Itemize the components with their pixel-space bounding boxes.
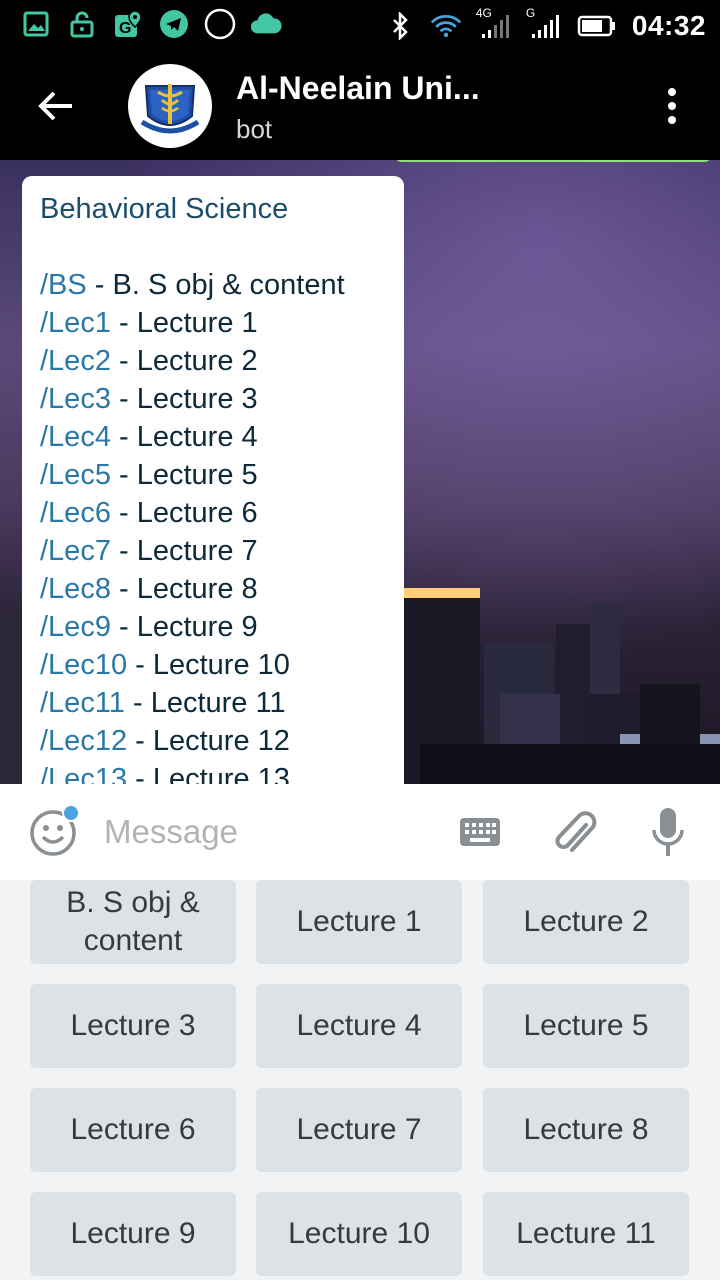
keyboard-button-lecture-10[interactable]: Lecture 10 bbox=[256, 1192, 462, 1276]
back-button[interactable] bbox=[30, 80, 82, 132]
notification-icons: G bbox=[20, 8, 282, 40]
system-status: 4G G 04:32 bbox=[384, 6, 706, 44]
signal-4g-icon: 4G bbox=[476, 6, 512, 42]
bluetooth-icon bbox=[384, 10, 416, 42]
message-title: Behavioral Science bbox=[40, 193, 289, 225]
cloud-icon bbox=[250, 8, 282, 40]
keyboard-button-bs[interactable]: B. S obj & content bbox=[30, 880, 236, 964]
microphone-icon bbox=[652, 808, 684, 856]
keyboard-button-lecture-4[interactable]: Lecture 4 bbox=[256, 984, 462, 1068]
message-bubble[interactable]: Behavioral Science /BS - B. S obj & cont… bbox=[22, 176, 404, 784]
command-description: - Lecture 9 bbox=[110, 611, 258, 643]
keyboard-button-lecture-6[interactable]: Lecture 6 bbox=[30, 1088, 236, 1172]
keyboard-button-lecture-9[interactable]: Lecture 9 bbox=[30, 1192, 236, 1276]
gallery-icon bbox=[20, 8, 52, 40]
keyboard-button-lecture-1[interactable]: Lecture 1 bbox=[256, 880, 462, 964]
chat-area[interactable]: Behavioral Science /BS - B. S obj & cont… bbox=[0, 160, 720, 784]
keyboard-button-lecture-7[interactable]: Lecture 7 bbox=[256, 1088, 462, 1172]
network-type-label-2: G bbox=[525, 6, 536, 20]
chat-subtitle: bot bbox=[236, 114, 273, 144]
command-line: /Lec9 - Lecture 9 bbox=[40, 608, 404, 646]
command-link[interactable]: /Lec5 bbox=[40, 459, 111, 491]
command-link[interactable]: /Lec7 bbox=[40, 535, 111, 567]
command-line: /Lec4 - Lecture 4 bbox=[40, 418, 404, 456]
command-line: /Lec3 - Lecture 3 bbox=[40, 380, 404, 418]
notification-dot bbox=[62, 804, 80, 822]
circle-icon bbox=[204, 8, 236, 40]
command-link[interactable]: /Lec4 bbox=[40, 421, 111, 453]
keyboard-button-lecture-2[interactable]: Lecture 2 bbox=[483, 880, 689, 964]
command-link[interactable]: /Lec6 bbox=[40, 497, 111, 529]
maps-icon: G bbox=[112, 8, 144, 40]
command-link[interactable]: /Lec9 bbox=[40, 611, 111, 643]
command-description: - Lecture 4 bbox=[110, 421, 258, 453]
command-description: - Lecture 2 bbox=[110, 345, 258, 377]
command-description: - Lecture 12 bbox=[127, 725, 290, 757]
bot-reply-keyboard: B. S obj & content Lecture 1 Lecture 2 L… bbox=[0, 880, 720, 1280]
command-link[interactable]: /Lec3 bbox=[40, 383, 111, 415]
university-logo-icon bbox=[130, 66, 210, 146]
svg-text:G: G bbox=[119, 20, 131, 37]
command-description: - Lecture 11 bbox=[124, 687, 286, 719]
command-line: /BS - B. S obj & content bbox=[40, 266, 404, 304]
command-description: - Lecture 6 bbox=[110, 497, 258, 529]
command-link[interactable]: /Lec13 bbox=[40, 763, 127, 784]
command-line: /Lec10 - Lecture 10 bbox=[40, 646, 404, 684]
command-description: - Lecture 8 bbox=[110, 573, 258, 605]
lock-open-icon bbox=[66, 8, 98, 40]
battery-icon bbox=[576, 10, 618, 42]
command-description: - Lecture 10 bbox=[127, 649, 290, 681]
command-link[interactable]: /Lec11 bbox=[40, 687, 125, 719]
command-line: /Lec5 - Lecture 5 bbox=[40, 456, 404, 494]
message-input-bar bbox=[0, 784, 720, 880]
command-line: /Lec8 - Lecture 8 bbox=[40, 570, 404, 608]
attach-button[interactable] bbox=[550, 806, 600, 858]
command-line: /Lec1 - Lecture 1 bbox=[40, 304, 404, 342]
keyboard-button-lecture-5[interactable]: Lecture 5 bbox=[483, 984, 689, 1068]
microphone-button[interactable] bbox=[644, 804, 692, 860]
command-line: /Lec7 - Lecture 7 bbox=[40, 532, 404, 570]
wifi-icon bbox=[430, 10, 462, 42]
message-input[interactable] bbox=[104, 806, 434, 858]
command-line: /Lec13 - Lecture 13 bbox=[40, 760, 404, 784]
command-line: /Lec6 - Lecture 6 bbox=[40, 494, 404, 532]
keyboard-icon bbox=[460, 818, 500, 846]
command-link[interactable]: /Lec10 bbox=[40, 649, 127, 681]
keyboard-button-lecture-11[interactable]: Lecture 11 bbox=[483, 1192, 689, 1276]
paperclip-icon bbox=[555, 811, 597, 852]
keyboard-button-lecture-3[interactable]: Lecture 3 bbox=[30, 984, 236, 1068]
command-link[interactable]: /Lec2 bbox=[40, 345, 111, 377]
command-link[interactable]: /Lec12 bbox=[40, 725, 127, 757]
command-link[interactable]: /Lec1 bbox=[40, 307, 111, 339]
signal-g-icon: G bbox=[526, 6, 562, 42]
command-link[interactable]: /Lec8 bbox=[40, 573, 111, 605]
chat-title[interactable]: Al-Neelain Uni... bbox=[236, 70, 480, 107]
command-line: /Lec11 - Lecture 11 bbox=[40, 684, 404, 722]
emoji-button[interactable] bbox=[28, 804, 80, 858]
command-description: - Lecture 7 bbox=[110, 535, 258, 567]
command-description: - Lecture 5 bbox=[110, 459, 258, 491]
more-vertical-icon bbox=[668, 88, 676, 124]
command-line: /Lec12 - Lecture 12 bbox=[40, 722, 404, 760]
more-options-button[interactable] bbox=[652, 82, 692, 130]
network-type-label: 4G bbox=[475, 6, 492, 20]
keyboard-toggle-button[interactable] bbox=[456, 810, 504, 854]
arrow-back-icon bbox=[38, 91, 72, 121]
command-description: - B. S obj & content bbox=[86, 269, 345, 301]
keyboard-button-lecture-8[interactable]: Lecture 8 bbox=[483, 1088, 689, 1172]
telegram-icon bbox=[158, 8, 190, 40]
command-description: - Lecture 1 bbox=[110, 307, 258, 339]
previous-message-bubble bbox=[394, 160, 712, 162]
avatar[interactable] bbox=[128, 64, 212, 148]
command-description: - Lecture 3 bbox=[110, 383, 258, 415]
clock: 04:32 bbox=[631, 10, 706, 41]
chat-header: Al-Neelain Uni... bot bbox=[0, 52, 720, 160]
status-bar: G 4G G 04:32 bbox=[0, 0, 720, 52]
command-description: - Lecture 13 bbox=[127, 763, 290, 784]
command-link[interactable]: /BS bbox=[40, 269, 87, 301]
command-line: /Lec2 - Lecture 2 bbox=[40, 342, 404, 380]
